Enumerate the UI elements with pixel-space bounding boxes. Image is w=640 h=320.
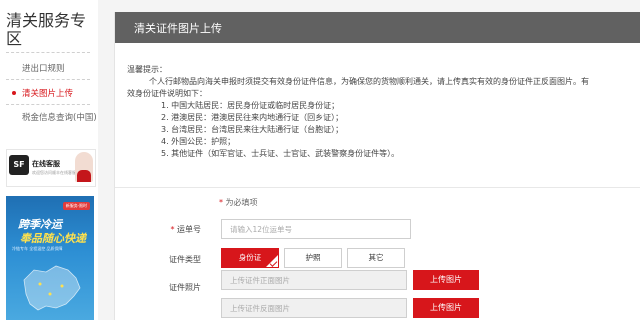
sf-logo-icon: SF	[9, 155, 29, 175]
waybill-label: * 运单号	[91, 224, 201, 235]
waybill-input[interactable]: 请输入12位运单号	[221, 219, 411, 239]
upload-front-button[interactable]: 上传图片	[413, 270, 479, 290]
notice-heading: 温馨提示：	[127, 65, 167, 74]
notice-list-item: 5. 其他证件（如军官证、士兵证、士官证、武装警察身份证件等）。	[161, 149, 400, 158]
required-asterisk: *	[219, 198, 223, 207]
id-type-option-label: 护照	[305, 253, 321, 262]
sidebar: 清关服务专区 进出口规则 清关图片上传 税金信息查询(中国) SF 在线客服 欢…	[0, 0, 98, 320]
required-hint: * 为必填项	[219, 197, 258, 208]
id-type-option-other[interactable]: 其它	[347, 248, 405, 268]
online-service-label: 在线客服	[32, 160, 60, 168]
notice-box: 温馨提示： 个人行邮物品向海关申报时须提交有效身份证件信息，为确保您的货物顺利通…	[127, 64, 633, 160]
main-panel: 清关证件图片上传 温馨提示： 个人行邮物品向海关申报时须提交有效身份证件信息，为…	[114, 12, 640, 320]
section-divider	[115, 187, 640, 188]
waybill-label-text: 运单号	[177, 225, 201, 234]
notice-text: 效身份证件说明如下：	[127, 89, 207, 98]
sidebar-divider	[6, 104, 90, 105]
notice-list-item: 2. 港澳居民：港澳居民往来内地通行证（回乡证）；	[161, 113, 344, 122]
promo-banner[interactable]: 新服务·限时 跨季冷运 奉品随心快递 冷链专车 全程温控 品质保障	[6, 196, 94, 320]
promo-tag: 新服务·限时	[62, 202, 90, 210]
back-image-field[interactable]: 上传证件反面图片	[221, 298, 407, 318]
promo-headline-secondary: 奉品随心快递	[20, 232, 86, 245]
sidebar-title: 清关服务专区	[6, 11, 87, 48]
notice-list-item: 1. 中国大陆居民：居民身份证或临时居民身份证；	[161, 101, 340, 110]
notice-list-item: 4. 外国公民：护照；	[161, 137, 236, 146]
sidebar-item-import-export-rules[interactable]: 进出口规则	[22, 62, 65, 74]
online-service-subtitle: 欢迎您访问顺丰在线客服	[32, 170, 76, 175]
notice-text: 个人行邮物品向海关申报时须提交有效身份证件信息，为确保您的货物顺利通关，请上传真…	[149, 77, 589, 86]
sidebar-divider	[6, 79, 90, 80]
id-photo-label: 证件照片	[169, 283, 201, 292]
id-type-option-id-card[interactable]: 身份证	[221, 248, 279, 268]
id-type-option-label: 身份证	[238, 253, 262, 262]
active-bullet-icon	[12, 91, 16, 95]
sidebar-item-image-upload[interactable]: 清关图片上传	[22, 87, 73, 99]
id-type-option-passport[interactable]: 护照	[284, 248, 342, 268]
online-service-card[interactable]: SF 在线客服 欢迎您访问顺丰在线客服	[6, 149, 96, 187]
id-type-label: 证件类型	[169, 255, 201, 264]
service-agent-avatar	[75, 152, 93, 182]
sidebar-item-tax-query[interactable]: 税金信息查询(中国)	[22, 111, 100, 125]
front-image-field[interactable]: 上传证件正面图片	[221, 270, 407, 290]
page-title: 清关证件图片上传	[134, 22, 222, 35]
required-hint-text: 为必填项	[225, 198, 258, 207]
upload-back-button[interactable]: 上传图片	[413, 298, 479, 318]
id-type-option-label: 其它	[368, 253, 384, 262]
china-map-icon	[23, 265, 81, 311]
notice-list-item: 3. 台湾居民：台湾居民来往大陆通行证（台胞证）；	[161, 125, 344, 134]
promo-subtitle: 冷链专车 全程温控 品质保障	[12, 246, 63, 251]
panel-header: 清关证件图片上传	[115, 12, 640, 43]
sidebar-divider	[6, 52, 90, 53]
